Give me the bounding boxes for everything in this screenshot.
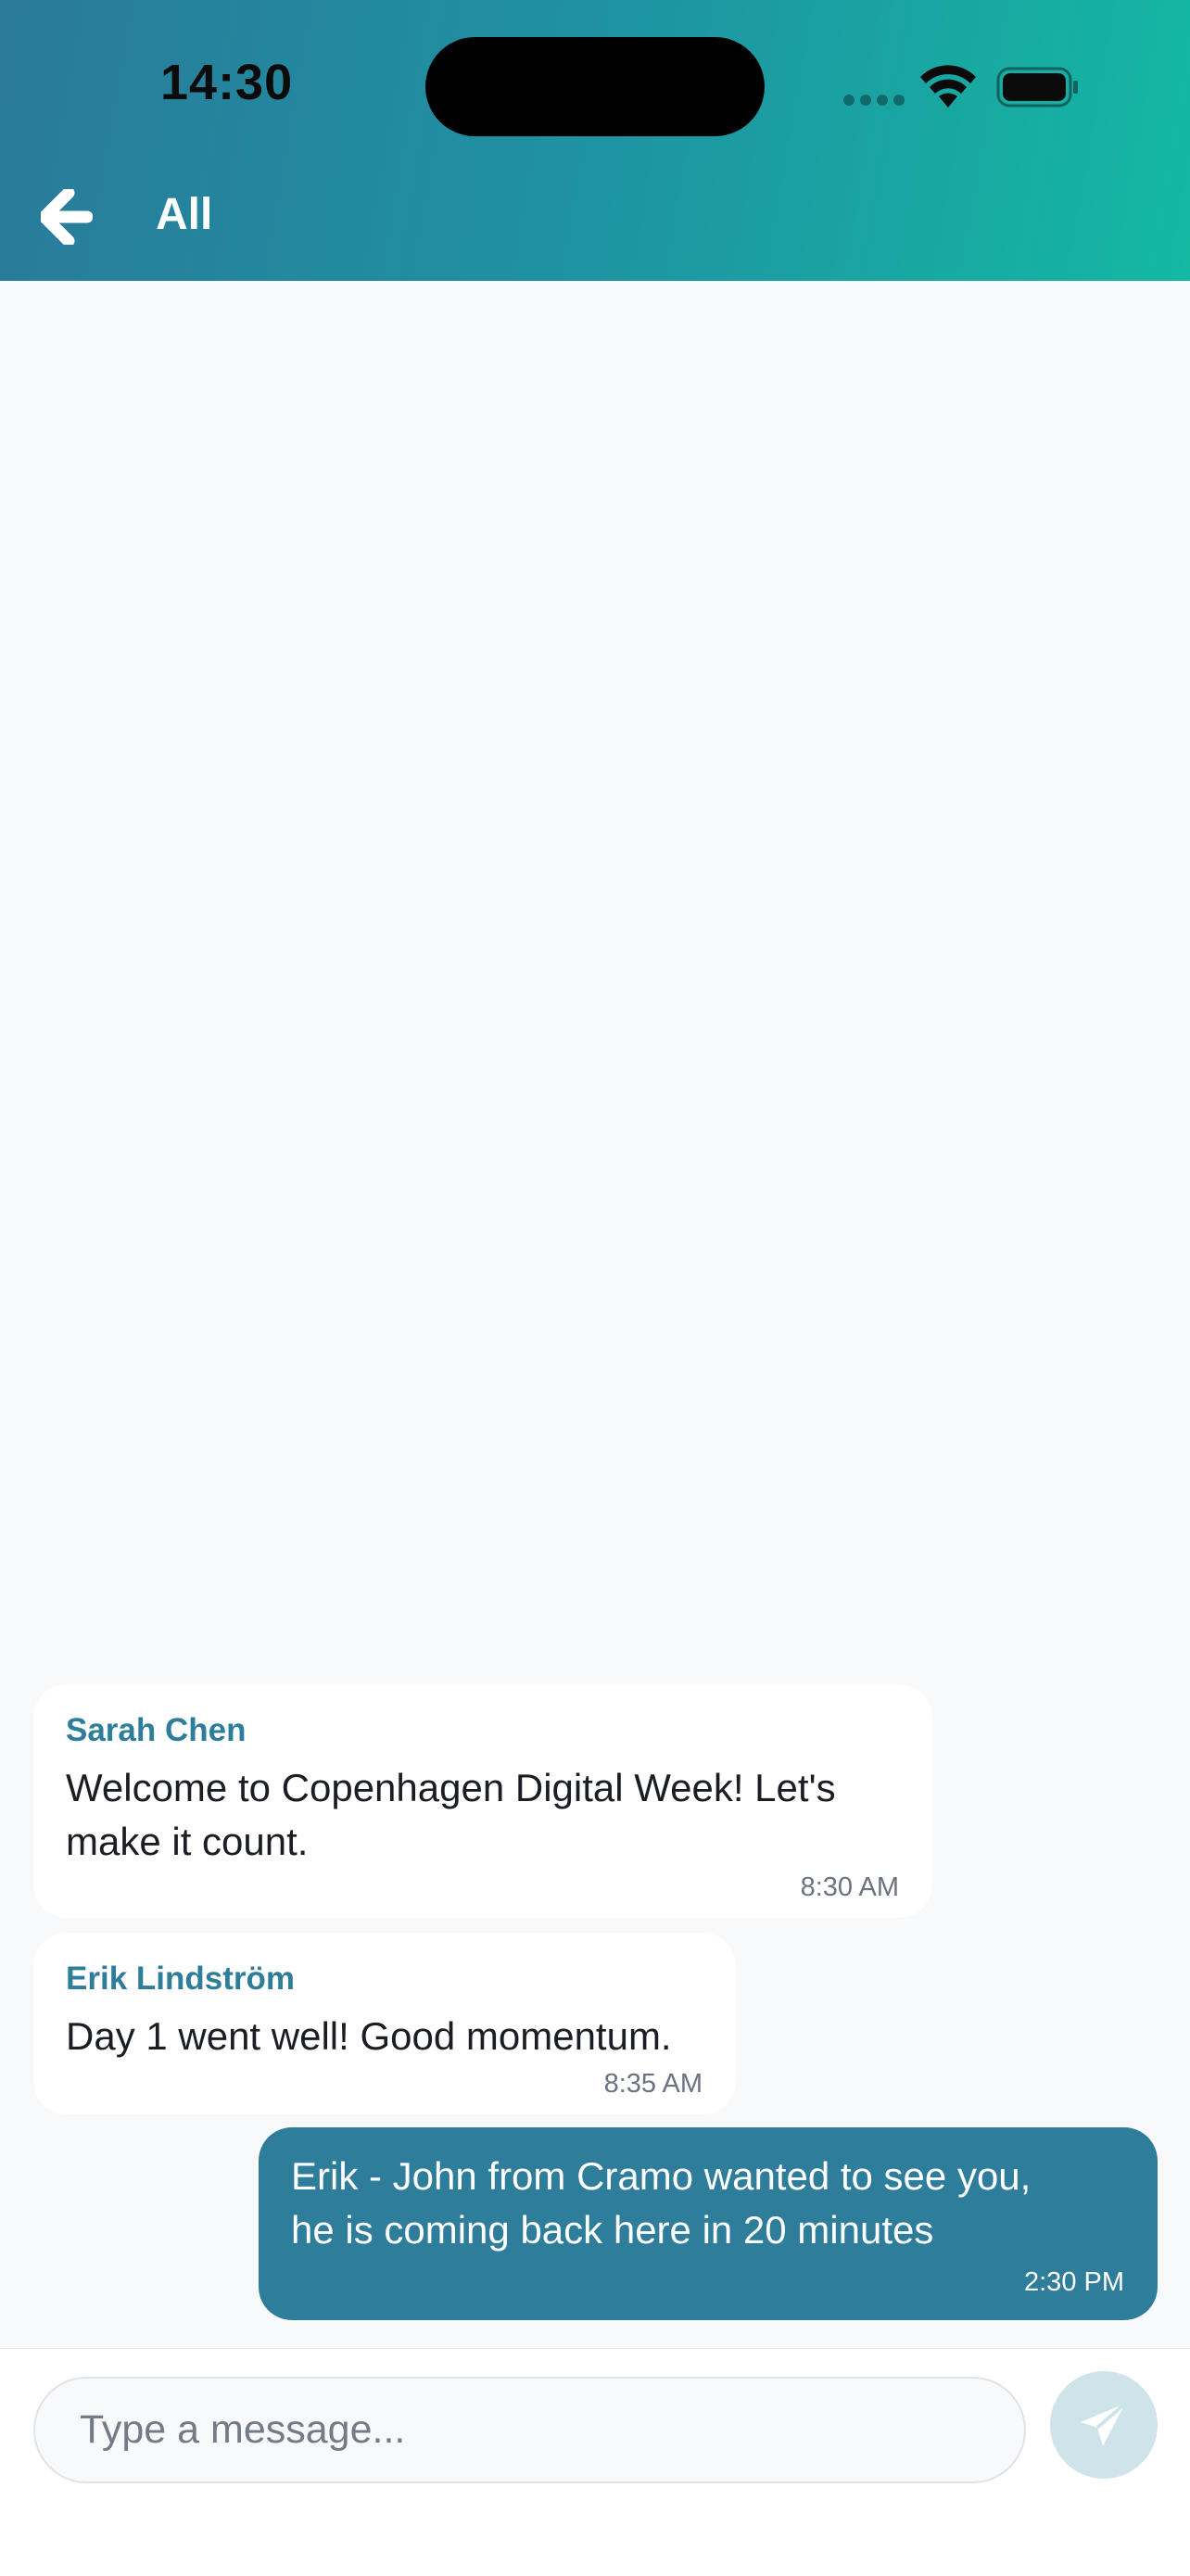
message-text: Day 1 went well! Good momentum. xyxy=(66,2010,672,2063)
message-text-line: make it count. xyxy=(66,1820,309,1863)
message-bubble: Sarah Chen Welcome to Copenhagen Digital… xyxy=(33,1684,932,1918)
message-composer xyxy=(0,2348,1190,2576)
send-button[interactable] xyxy=(1050,2371,1158,2479)
back-button[interactable] xyxy=(38,186,94,247)
message-time: 8:30 AM xyxy=(800,1872,899,1902)
message-time: 2:30 PM xyxy=(1024,2267,1124,2297)
message-text-line: he is coming back here in 20 minutes xyxy=(291,2208,934,2252)
battery-icon xyxy=(996,67,1078,108)
message-sender: Sarah Chen xyxy=(66,1712,247,1748)
arrow-left-icon xyxy=(38,186,94,247)
message-input[interactable] xyxy=(33,2377,1026,2483)
message-list[interactable]: Sarah Chen Welcome to Copenhagen Digital… xyxy=(0,281,1190,2348)
send-icon xyxy=(1081,2402,1127,2446)
wifi-icon xyxy=(920,65,976,108)
message-sender: Erik Lindström xyxy=(66,1961,295,1997)
message-text: Welcome to Copenhagen Digital Week! Let'… xyxy=(66,1761,836,1869)
dynamic-island xyxy=(425,37,765,136)
cellular-signal-icon xyxy=(843,95,905,106)
own-message-bubble: Erik - John from Cramo wanted to see you… xyxy=(259,2127,1158,2320)
message-text-line: Welcome to Copenhagen Digital Week! Let'… xyxy=(66,1766,836,1809)
app-header: 14:30 All xyxy=(0,0,1190,281)
message-time: 8:35 AM xyxy=(603,2069,703,2099)
status-bar-time: 14:30 xyxy=(160,55,294,110)
message-text-line: Erik - John from Cramo wanted to see you… xyxy=(291,2154,1032,2198)
message-text: Erik - John from Cramo wanted to see you… xyxy=(291,2150,1031,2257)
message-text-line: Day 1 went well! Good momentum. xyxy=(66,2014,672,2058)
page-title: All xyxy=(156,190,213,239)
message-bubble: Erik Lindström Day 1 went well! Good mom… xyxy=(33,1933,736,2114)
